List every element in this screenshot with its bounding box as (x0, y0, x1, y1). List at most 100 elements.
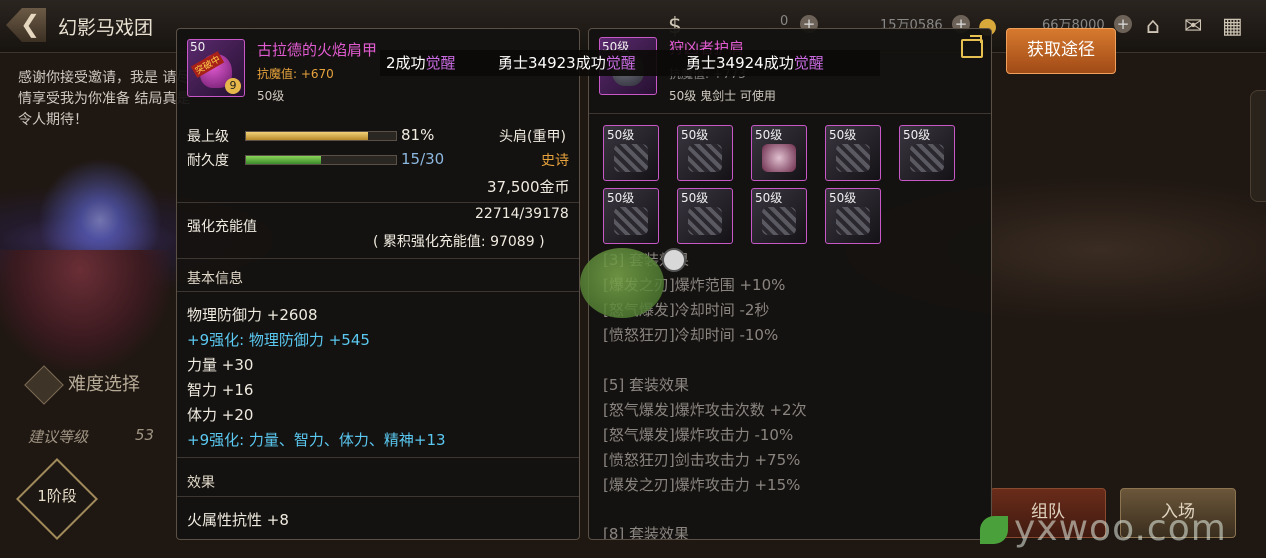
broadcast-text: 勇士34923成功 (498, 54, 606, 72)
set-thumb-level: 50级 (681, 128, 709, 142)
stat-line: +9强化: 力量、智力、体力、精神+13 (187, 431, 446, 449)
set-effect-line: [爆发之刃]爆炸攻击力 +15% (603, 476, 801, 494)
quest-text: 感谢你接受邀请，我是 请尽情享受我为你准备 结局真是令人期待！ (18, 70, 191, 128)
set-item-icon (614, 207, 648, 235)
set-item-thumb[interactable]: 50级 (677, 188, 733, 244)
quality-percent: 81% (401, 126, 435, 144)
magic-resist: 抗魔值: +670 (257, 67, 334, 81)
watermark-text: yxwoo.com (1014, 508, 1227, 549)
set-effect-line: [怒气爆发]爆炸攻击力 -10% (603, 426, 794, 444)
equipment-slot: 头肩(重甲) (499, 129, 566, 145)
equipment-tooltip-left: 50 突破中 9 古拉德的火焰肩甲 抗魔值: +670 50级 最上级 81% … (176, 28, 580, 540)
stat-line: +9强化: 物理防御力 +545 (187, 331, 370, 349)
circus-tent-art (0, 250, 170, 370)
broadcast-awaken: 觉醒 (793, 54, 824, 72)
durability-bar-fill (246, 156, 321, 164)
set-effect-header: [8] 套装效果 (603, 525, 690, 540)
set-thumb-level: 50级 (755, 191, 783, 205)
broadcast-text: 2成功 (386, 54, 426, 72)
set-thumb-level: 50级 (755, 128, 783, 142)
set-thumb-level: 50级 (607, 191, 635, 205)
difficulty-icon (24, 365, 64, 405)
durability-bar (245, 155, 397, 165)
pet-overlay (580, 248, 664, 318)
set-item-icon (762, 144, 796, 172)
back-button[interactable]: ❮ (6, 8, 46, 42)
set-effect-line: [愤怒狂刃]冷却时间 -10% (603, 326, 779, 344)
divider (177, 291, 579, 292)
effect-header: 效果 (187, 475, 215, 491)
side-tab[interactable] (1250, 90, 1266, 202)
basic-info-header: 基本信息 (187, 271, 243, 287)
item-icon-level: 50 (190, 40, 206, 54)
set-item-thumb[interactable]: 50级 (825, 188, 881, 244)
acquire-button[interactable]: 获取途径 (1006, 28, 1116, 74)
watermark: yxwoo.com (980, 508, 1227, 549)
set-item-icon (614, 144, 648, 172)
back-arrow-icon: ❮ (20, 10, 41, 38)
set-thumb-level: 50级 (903, 128, 931, 142)
mail-icon[interactable]: ✉ (1184, 14, 1202, 39)
set-effect-line: [愤怒狂刃]剑击攻击力 +75% (603, 451, 801, 469)
set-item-thumb[interactable]: 50级 (677, 125, 733, 181)
menu-icon[interactable]: ▦ (1222, 14, 1243, 39)
set-effect-line: [怒气爆发]爆炸攻击次数 +2次 (603, 401, 807, 419)
quality-bar-fill (246, 132, 368, 140)
set-item-icon (910, 144, 944, 172)
charge-value: 22714/39178 (475, 206, 569, 222)
set-thumb-level: 50级 (607, 128, 635, 142)
set-item-icon (836, 207, 870, 235)
set-item-icon (836, 144, 870, 172)
stat-line: 力量 +30 (187, 356, 254, 374)
item-level: 50级 (257, 89, 285, 103)
add-resource-3-button[interactable]: + (1114, 15, 1132, 33)
broadcast-text: 勇士34924成功 (686, 54, 794, 72)
item-price: 37,500金币 (487, 178, 570, 196)
divider (177, 258, 579, 259)
set-item-thumb[interactable]: 50级 (899, 125, 955, 181)
quality-bar (245, 131, 397, 141)
set-item-icon (688, 207, 722, 235)
broadcast-message: 勇士34923成功觉醒 (498, 50, 636, 76)
difficulty-select[interactable]: 难度选择 (24, 365, 140, 405)
awaken-broadcast-banner: 2成功觉醒 勇士34923成功觉醒 勇士34924成功觉醒 (380, 50, 880, 76)
recommend-value: 53 (135, 426, 155, 444)
shop-icon[interactable]: ⌂ (1146, 14, 1160, 39)
broadcast-awaken: 觉醒 (425, 54, 456, 72)
divider (177, 457, 579, 458)
set-item-thumb-selected[interactable]: 50级 (751, 125, 807, 181)
charge-label: 强化充能值 (187, 219, 257, 235)
stage-label: 1阶段 (37, 487, 77, 505)
share-icon[interactable] (961, 35, 983, 58)
set-thumb-level: 50级 (681, 191, 709, 205)
item-requirement: 50级 鬼剑士 可使用 (669, 89, 776, 103)
set-thumb-level: 50级 (829, 191, 857, 205)
stat-line: 智力 +16 (187, 381, 254, 399)
set-item-icon (688, 144, 722, 172)
recommend-label: 建议等级 (28, 428, 89, 446)
rarity-label: 史诗 (541, 153, 569, 169)
set-item-icon (762, 207, 796, 235)
stat-line: 物理防御力 +2608 (187, 306, 318, 324)
quality-label: 最上级 (187, 129, 229, 145)
difficulty-label: 难度选择 (68, 374, 140, 395)
leaf-logo-icon (980, 516, 1008, 544)
stat-line: 体力 +20 (187, 406, 254, 424)
charge-total: ( 累积强化充能值: 97089 ) (373, 234, 545, 250)
divider (177, 202, 579, 203)
effect-line: 火属性抗性 +8 (187, 511, 289, 529)
set-item-thumb[interactable]: 50级 (751, 188, 807, 244)
broadcast-message: 勇士34924成功觉醒 (686, 50, 824, 76)
set-thumb-level: 50级 (829, 128, 857, 142)
broadcast-message: 2成功觉醒 (386, 50, 456, 76)
page-title: 幻影马戏团 (58, 17, 154, 39)
set-item-thumb[interactable]: 50级 (825, 125, 881, 181)
broadcast-awaken: 觉醒 (605, 54, 636, 72)
set-effect-header: [5] 套装效果 (603, 376, 690, 394)
set-item-thumb[interactable]: 50级 (603, 188, 659, 244)
durability-value: 15/30 (401, 150, 445, 168)
item-name: 古拉德的火焰肩甲 (257, 41, 378, 59)
pet-eye (662, 248, 686, 272)
set-item-thumb[interactable]: 50级 (603, 125, 659, 181)
divider (177, 496, 579, 497)
